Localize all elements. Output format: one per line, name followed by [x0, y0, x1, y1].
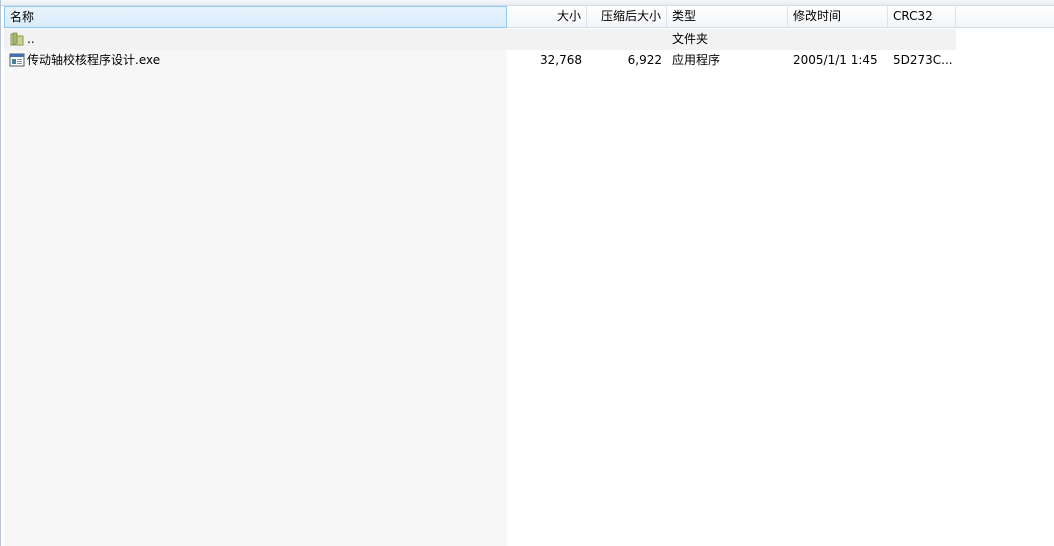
cell-name: ..: [4, 29, 507, 50]
cell-size: 32,768: [540, 53, 582, 67]
file-name: 传动轴校核程序设计.exe: [27, 53, 161, 67]
folder-icon: [9, 31, 25, 47]
cell-packed-size: [587, 29, 667, 50]
column-header-crc32[interactable]: CRC32: [888, 6, 956, 27]
cell-crc32: 5D273C...: [893, 53, 953, 67]
archive-file-list-window: ˆ 名称 大小 压缩后大小 类型 修改时间 CRC32: [0, 0, 1054, 546]
cell-modified: [788, 29, 888, 50]
column-header-crc32-label: CRC32: [893, 9, 933, 23]
sort-ascending-icon: ˆ: [251, 7, 256, 9]
column-header-modified-label: 修改时间: [793, 9, 842, 23]
table-row-parent-folder[interactable]: .. 文件夹: [4, 29, 956, 50]
cell-size: [507, 29, 587, 50]
exe-file-icon: [9, 52, 25, 68]
file-list: .. 文件夹 传动轴校核程序设计.exe 32,768 6,922 应用程序 2…: [4, 29, 956, 71]
column-header-packed-size-label: 压缩后大小: [600, 9, 661, 23]
column-header-size-label: 大小: [556, 9, 581, 23]
cell-type: 应用程序: [672, 53, 721, 67]
column-header-type-label: 类型: [672, 9, 697, 23]
file-name: ..: [27, 32, 35, 46]
name-column-background: [4, 28, 507, 546]
cell-name: 传动轴校核程序设计.exe: [4, 50, 507, 71]
cell-packed-size: 6,922: [627, 53, 662, 67]
cell-type: 文件夹: [672, 32, 709, 46]
table-row-exe-file[interactable]: 传动轴校核程序设计.exe 32,768 6,922 应用程序 2005/1/1…: [4, 50, 956, 71]
column-header-name-label: 名称: [10, 10, 35, 24]
column-header-size[interactable]: 大小: [507, 6, 587, 27]
column-header-packed-size[interactable]: 压缩后大小: [587, 6, 667, 27]
column-header-type[interactable]: 类型: [667, 6, 788, 27]
column-header-bar: ˆ 名称 大小 压缩后大小 类型 修改时间 CRC32: [4, 6, 1054, 28]
column-header-modified[interactable]: 修改时间: [788, 6, 888, 27]
cell-crc32: [888, 29, 956, 50]
column-header-name[interactable]: ˆ 名称: [4, 6, 507, 28]
cell-modified: 2005/1/1 1:45: [793, 53, 878, 67]
